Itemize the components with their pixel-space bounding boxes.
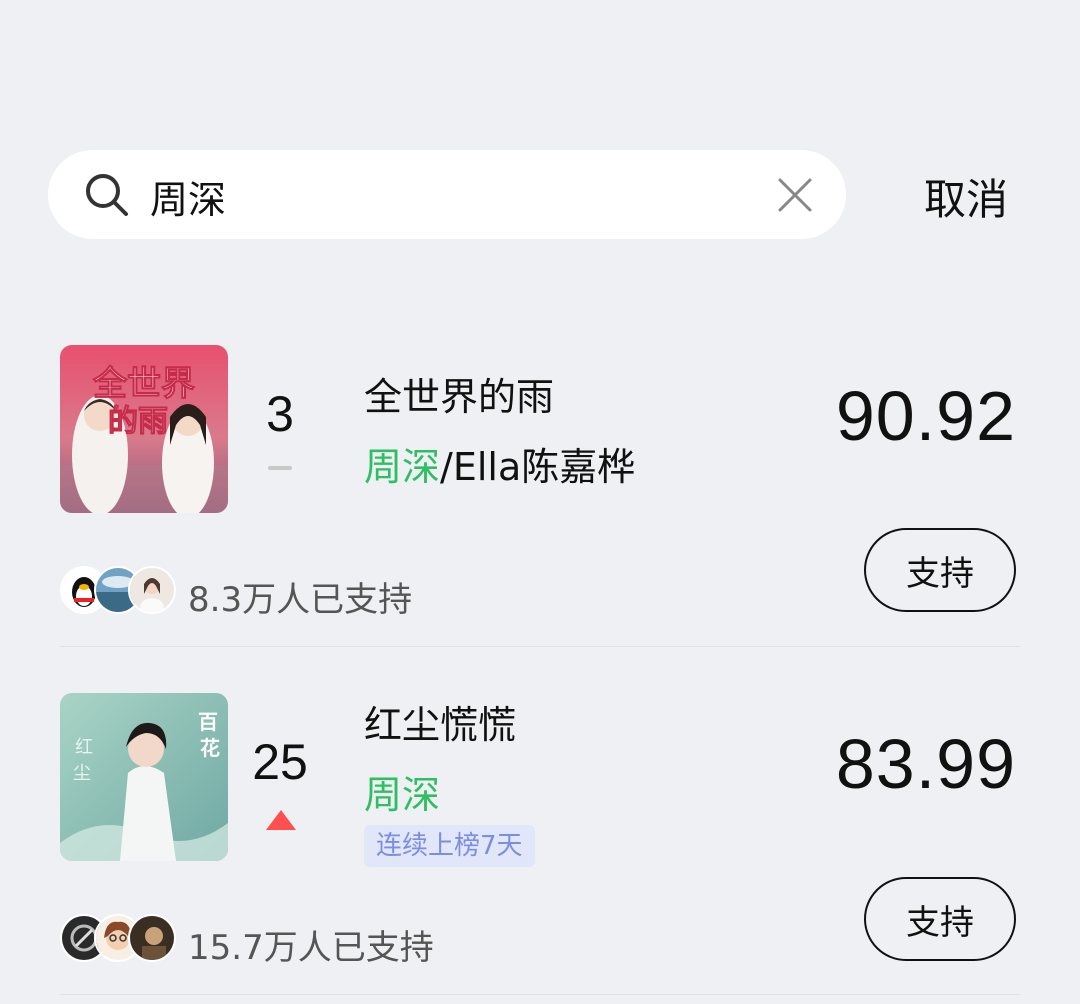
rank-up-icon bbox=[266, 810, 296, 830]
search-icon bbox=[86, 174, 128, 216]
support-button[interactable]: 支持 bbox=[864, 528, 1016, 612]
avatar bbox=[128, 566, 176, 614]
support-button[interactable]: 支持 bbox=[864, 877, 1016, 961]
song-title[interactable]: 全世界的雨 bbox=[364, 366, 554, 421]
supporter-avatars bbox=[60, 566, 180, 614]
svg-text:全世界: 全世界 bbox=[92, 364, 195, 404]
support-count: 15.7万人已支持 bbox=[188, 928, 434, 968]
album-cover[interactable]: 百 花 红 尘 bbox=[60, 693, 228, 861]
rank-number: 3 bbox=[266, 386, 294, 442]
artist-rest: /Ella陈嘉桦 bbox=[440, 445, 636, 489]
clear-icon[interactable] bbox=[774, 174, 816, 216]
supporter-avatars bbox=[60, 914, 180, 962]
artist-highlight: 周深 bbox=[364, 445, 441, 489]
score: 90.92 bbox=[835, 377, 1016, 455]
avatar bbox=[128, 914, 176, 962]
song-title[interactable]: 红尘慌慌 bbox=[364, 694, 516, 749]
svg-text:百: 百 bbox=[198, 710, 218, 734]
svg-text:红: 红 bbox=[75, 737, 93, 758]
svg-text:尘: 尘 bbox=[73, 763, 91, 784]
support-count: 8.3万人已支持 bbox=[188, 580, 413, 620]
album-cover[interactable]: 全世界 的雨 bbox=[60, 345, 228, 513]
cancel-button[interactable]: 取消 bbox=[924, 166, 1008, 227]
rank-unchanged-indicator bbox=[268, 466, 292, 470]
search-input[interactable] bbox=[150, 168, 750, 224]
divider bbox=[60, 646, 1020, 647]
artist-name[interactable]: 周深/Ella陈嘉桦 bbox=[364, 436, 635, 491]
svg-text:花: 花 bbox=[200, 736, 220, 760]
artist-name[interactable]: 周深 bbox=[364, 764, 440, 819]
rank-number: 25 bbox=[252, 734, 308, 790]
artist-highlight: 周深 bbox=[364, 773, 441, 817]
svg-text:的雨: 的雨 bbox=[108, 404, 168, 439]
streak-badge: 连续上榜7天 bbox=[364, 825, 535, 867]
score: 83.99 bbox=[835, 725, 1016, 803]
divider bbox=[60, 994, 1020, 995]
